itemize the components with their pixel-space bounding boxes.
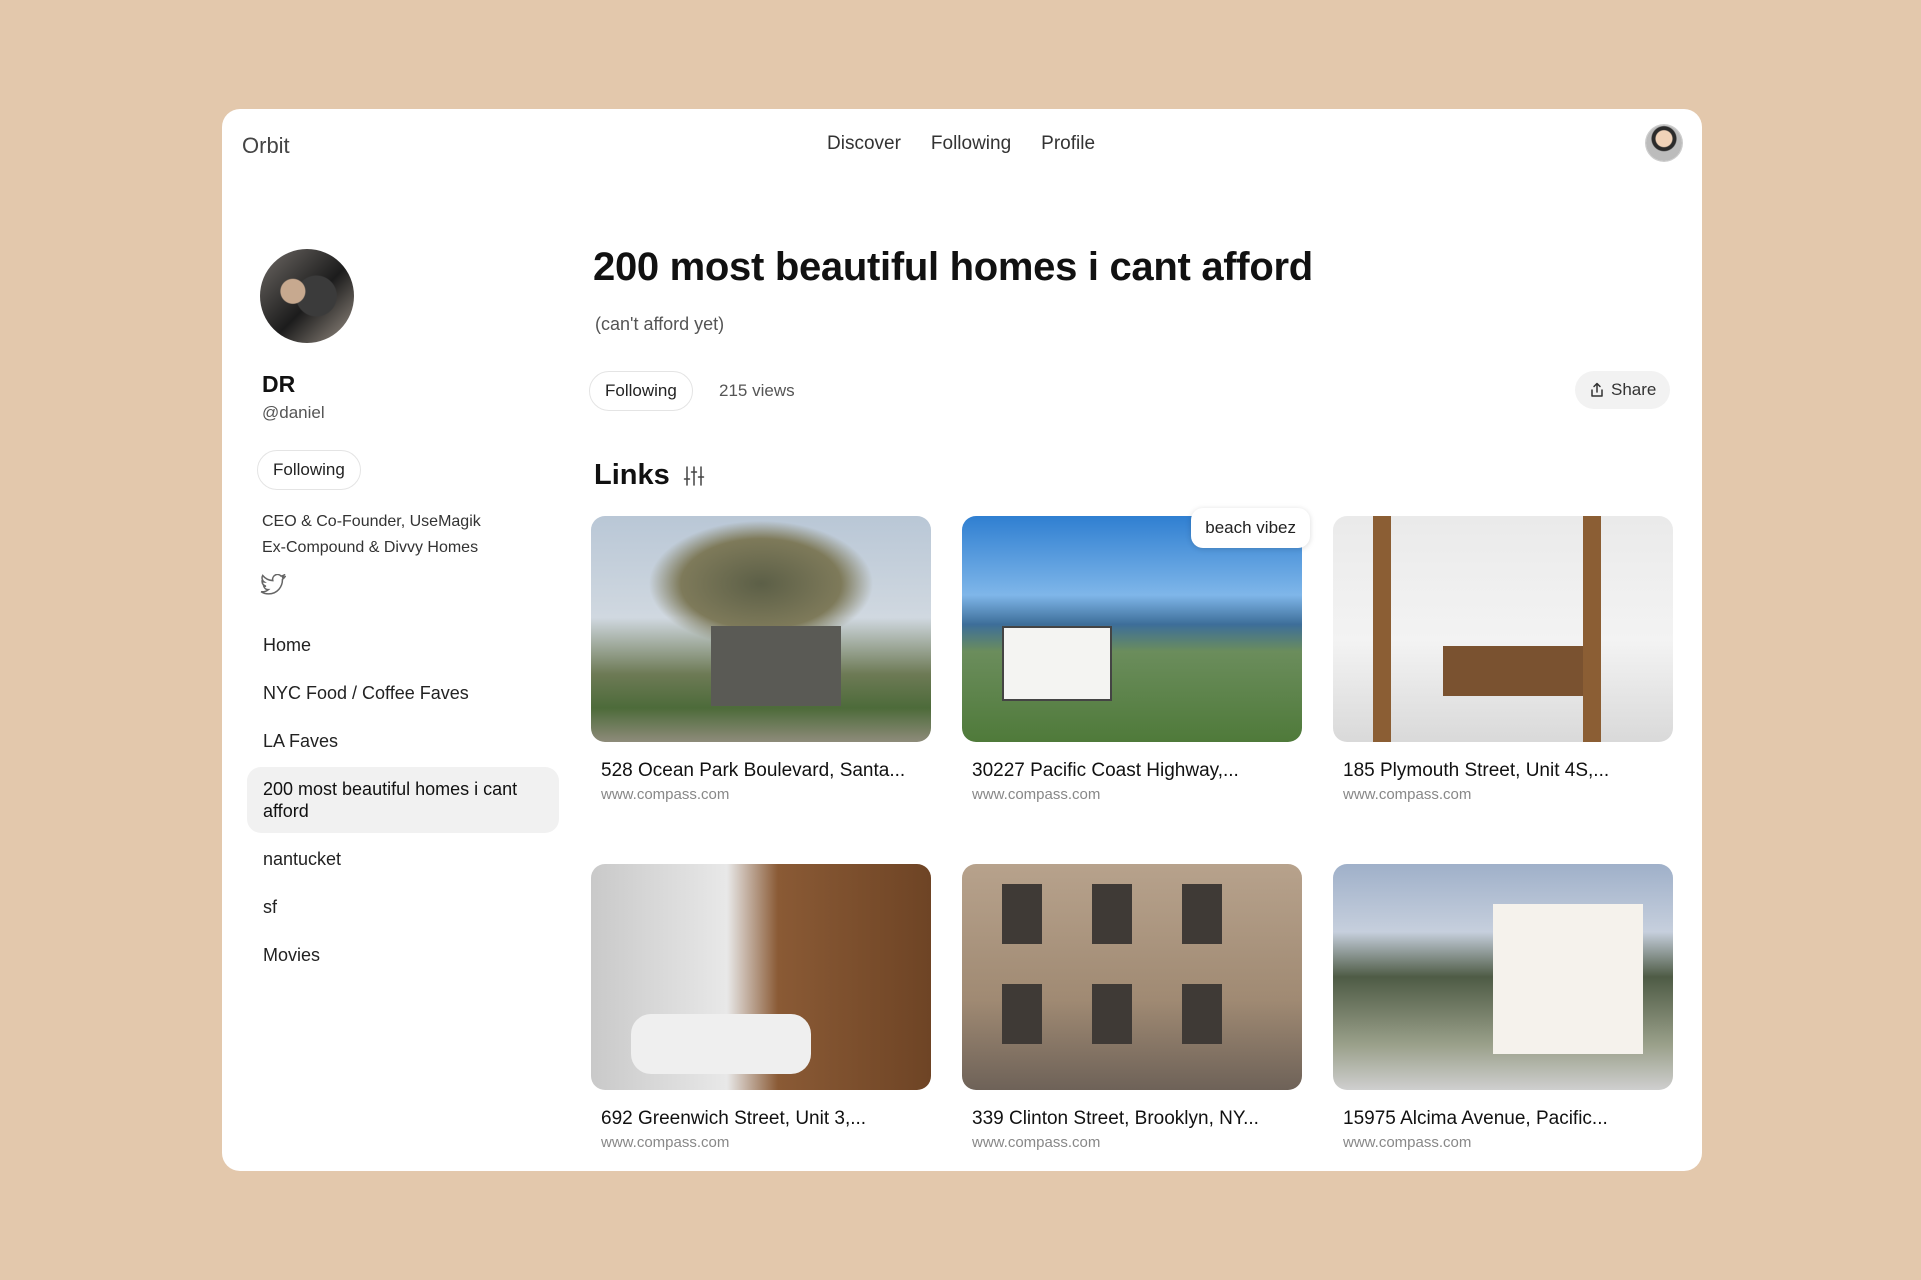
sidebar-item-nyc-food[interactable]: NYC Food / Coffee Faves xyxy=(247,671,559,715)
link-thumbnail[interactable] xyxy=(591,864,931,1090)
user-avatar[interactable] xyxy=(1646,125,1682,161)
brand-logo[interactable]: Orbit xyxy=(242,133,290,159)
links-title: Links xyxy=(594,459,670,491)
link-card[interactable]: 185 Plymouth Street, Unit 4S,... www.com… xyxy=(1333,516,1673,803)
link-card[interactable]: 528 Ocean Park Boulevard, Santa... www.c… xyxy=(591,516,931,803)
link-thumbnail[interactable] xyxy=(591,516,931,742)
link-domain: www.compass.com xyxy=(601,1134,730,1151)
page-subtitle: (can't afford yet) xyxy=(595,314,725,334)
link-thumbnail[interactable] xyxy=(962,516,1302,742)
link-card[interactable]: beach vibez 30227 Pacific Coast Highway,… xyxy=(962,508,1310,803)
share-icon xyxy=(1591,382,1603,397)
link-domain: www.compass.com xyxy=(1343,786,1472,803)
link-title[interactable]: 339 Clinton Street, Brooklyn, NY... xyxy=(972,1108,1292,1130)
bio-line: CEO & Co-Founder, UseMagik xyxy=(262,513,481,530)
link-note-badge: beach vibez xyxy=(1191,508,1310,548)
share-label: Share xyxy=(1611,380,1657,399)
bio-line: Ex-Compound & Divvy Homes xyxy=(262,539,479,556)
nav-profile[interactable]: Profile xyxy=(1041,133,1095,155)
link-thumbnail[interactable] xyxy=(1333,864,1673,1090)
sidebar-item-nantucket[interactable]: nantucket xyxy=(247,837,559,881)
link-domain: www.compass.com xyxy=(601,786,730,803)
profile-name: DR xyxy=(262,371,296,397)
app-window: Orbit Discover Following Profile DR @dan… xyxy=(222,109,1702,1171)
nav-discover[interactable]: Discover xyxy=(827,133,901,155)
link-domain: www.compass.com xyxy=(972,786,1101,803)
profile-avatar xyxy=(260,249,354,343)
link-thumbnail[interactable] xyxy=(1333,516,1673,742)
sidebar-item-movies[interactable]: Movies xyxy=(247,933,559,977)
sidebar-item-sf[interactable]: sf xyxy=(247,885,559,929)
sidebar-item-la-faves[interactable]: LA Faves xyxy=(247,719,559,763)
twitter-icon[interactable] xyxy=(260,574,286,596)
link-title[interactable]: 30227 Pacific Coast Highway,... xyxy=(972,760,1292,782)
link-domain: www.compass.com xyxy=(1343,1134,1472,1151)
share-button[interactable]: Share xyxy=(1575,371,1671,409)
sidebar-item-beautiful-homes[interactable]: 200 most beautiful homes i cant afford xyxy=(247,767,559,833)
page-title: 200 most beautiful homes i cant afford xyxy=(593,245,1313,289)
profile-handle: @daniel xyxy=(262,403,325,422)
link-domain: www.compass.com xyxy=(972,1134,1101,1151)
collection-following-button[interactable]: Following xyxy=(589,371,693,411)
profile-bio: CEO & Co-Founder, UseMagik Ex-Compound &… xyxy=(262,509,481,561)
link-title[interactable]: 15975 Alcima Avenue, Pacific... xyxy=(1343,1108,1663,1130)
link-thumbnail[interactable] xyxy=(962,864,1302,1090)
link-card[interactable]: 692 Greenwich Street, Unit 3,... www.com… xyxy=(591,864,931,1151)
filter-icon[interactable] xyxy=(682,464,706,488)
view-count: 215 views xyxy=(719,381,795,400)
link-title[interactable]: 528 Ocean Park Boulevard, Santa... xyxy=(601,760,921,782)
nav-following[interactable]: Following xyxy=(931,133,1011,155)
link-card[interactable]: 15975 Alcima Avenue, Pacific... www.comp… xyxy=(1333,864,1673,1151)
sidebar-item-home[interactable]: Home xyxy=(247,623,559,667)
links-heading: Links xyxy=(594,459,706,492)
link-card[interactable]: 339 Clinton Street, Brooklyn, NY... www.… xyxy=(962,864,1302,1151)
link-title[interactable]: 185 Plymouth Street, Unit 4S,... xyxy=(1343,760,1663,782)
profile-following-button[interactable]: Following xyxy=(257,450,361,490)
top-nav: Discover Following Profile xyxy=(827,133,1095,155)
collection-list: Home NYC Food / Coffee Faves LA Faves 20… xyxy=(247,623,559,981)
link-title[interactable]: 692 Greenwich Street, Unit 3,... xyxy=(601,1108,921,1130)
